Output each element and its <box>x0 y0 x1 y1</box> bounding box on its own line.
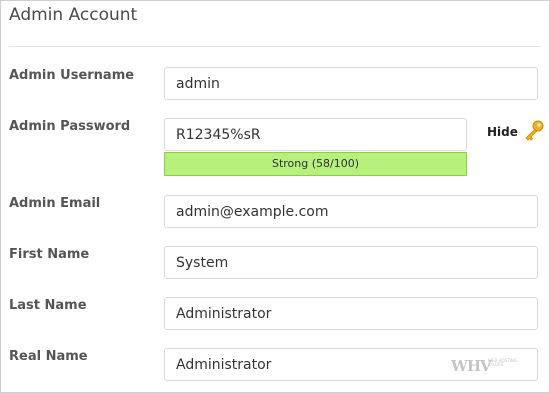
admin-email-label: Admin Email <box>9 196 101 211</box>
first-name-label: First Name <box>9 247 90 262</box>
admin-username-label: Admin Username <box>9 68 135 83</box>
real-name-label: Real Name <box>9 349 88 364</box>
section-divider <box>9 46 541 47</box>
key-icon[interactable] <box>523 119 545 141</box>
admin-password-input[interactable] <box>164 118 467 151</box>
watermark-logo: WHV <box>451 357 492 375</box>
admin-account-panel: Admin Account Admin Username Admin Passw… <box>0 0 550 393</box>
section-title: Admin Account <box>9 5 138 25</box>
last-name-label: Last Name <box>9 298 87 313</box>
last-name-input[interactable] <box>164 297 538 330</box>
admin-password-label: Admin Password <box>9 119 131 134</box>
admin-username-input[interactable] <box>164 67 538 100</box>
password-strength-meter: Strong (58/100) <box>164 152 467 176</box>
first-name-input[interactable] <box>164 246 538 279</box>
hide-password-link[interactable]: Hide <box>487 125 518 139</box>
watermark-subtext: WEB HOSTING VALUES <box>488 358 517 367</box>
admin-email-input[interactable] <box>164 195 538 228</box>
